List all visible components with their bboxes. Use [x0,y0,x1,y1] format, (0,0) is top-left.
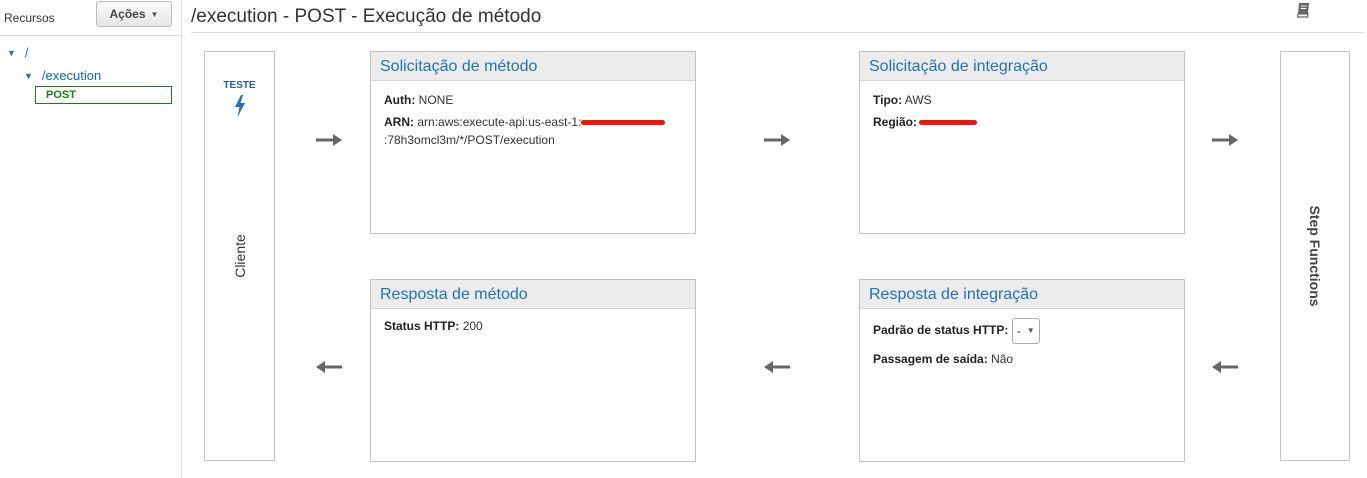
tree-item-execution[interactable]: ▼ /execution [24,68,101,83]
arrow-right-icon [316,134,342,146]
chevron-down-icon: ▼ [1026,326,1035,335]
type-label: Tipo: [873,93,903,107]
method-request-title[interactable]: Solicitação de método [371,52,695,81]
page-title: /execution - POST - Execução de método [191,6,542,27]
method-response-panel: Resposta de método Status HTTP: 200 [370,279,696,462]
step-functions-box: Step Functions [1280,51,1350,461]
arn-row: ARN: arn:aws:execute-api:us-east-1::78h3… [384,113,685,149]
arrow-right-icon [764,134,790,146]
type-value: AWS [904,93,932,107]
arrow-left-icon [316,361,342,373]
arn-prefix: arn:aws:execute-api:us-east-1: [417,115,582,129]
resources-sidebar: Recursos Ações ▼ ▼ / ▼ /execution POST [0,0,182,478]
tree-item-post-method[interactable]: POST [35,86,172,104]
lightning-bolt-icon[interactable] [233,95,247,117]
status-pattern-select[interactable]: - ▼ [1011,318,1040,344]
sidebar-header: Recursos Ações ▼ [0,0,181,36]
title-divider [191,32,1364,33]
redaction-mark [581,120,666,126]
method-request-panel: Solicitação de método Auth: NONE ARN: ar… [370,51,696,234]
integration-response-title[interactable]: Resposta de integração [860,280,1184,309]
redaction-mark [919,120,978,126]
caret-down-icon: ▼ [150,9,159,19]
client-label: Cliente [231,234,248,278]
arn-suffix: :78h3omcl3m/*/POST/execution [384,133,555,147]
integration-request-panel: Solicitação de integração Tipo: AWS Regi… [859,51,1185,234]
type-row: Tipo: AWS [873,91,1174,109]
integration-response-panel: Resposta de integração Padrão de status … [859,279,1185,462]
passthrough-label: Passagem de saída: [873,352,988,366]
region-row: Região: [873,113,1174,131]
method-response-title[interactable]: Resposta de método [371,280,695,309]
tree-item-root[interactable]: ▼ / [7,45,29,60]
arrow-left-icon [1212,361,1238,373]
status-pattern-label: Padrão de status HTTP: [873,323,1009,338]
auth-row: Auth: NONE [384,91,685,109]
resources-title: Recursos [4,11,55,25]
status-pattern-value: - [1016,324,1021,338]
region-label: Região: [873,115,918,129]
arrow-right-icon [1212,134,1238,146]
book-icon[interactable] [1295,1,1313,19]
tree-item-root-label: / [24,45,29,60]
client-box: TESTE Cliente [204,51,275,461]
step-functions-label: Step Functions [1307,205,1323,307]
expand-caret-icon[interactable]: ▼ [7,48,16,58]
tree-item-execution-label: /execution [41,68,102,83]
actions-label: Ações [109,7,146,21]
arn-label: ARN: [384,115,414,129]
status-label: Status HTTP: [384,319,460,333]
status-row: Status HTTP: 200 [384,317,685,335]
passthrough-row: Passagem de saída: Não [873,350,1174,368]
auth-label: Auth: [384,93,416,107]
status-pattern-row: Padrão de status HTTP: - ▼ [873,318,1174,344]
expand-caret-icon[interactable]: ▼ [24,71,33,81]
test-link[interactable]: TESTE [205,80,274,91]
actions-dropdown-button[interactable]: Ações ▼ [96,1,172,27]
integration-request-title[interactable]: Solicitação de integração [860,52,1184,81]
passthrough-value: Não [991,352,1014,366]
arrow-left-icon [764,361,790,373]
status-value: 200 [462,319,483,333]
auth-value: NONE [418,93,454,107]
